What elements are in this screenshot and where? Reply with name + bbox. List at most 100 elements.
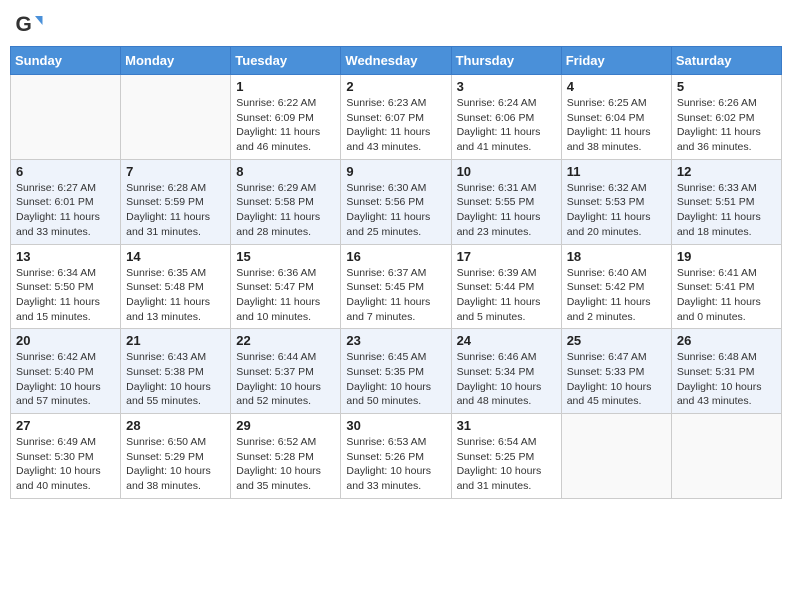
day-number: 5 [677,79,776,94]
calendar-day-header: Thursday [451,47,561,75]
day-info: Sunrise: 6:32 AM Sunset: 5:53 PM Dayligh… [567,181,666,240]
calendar-day-cell: 22Sunrise: 6:44 AM Sunset: 5:37 PM Dayli… [231,329,341,414]
calendar-day-cell: 16 Sunrise: 6:37 AM Sunset: 5:45 PM Dayli… [341,244,451,329]
day-number: 9 [346,164,445,179]
calendar-day-cell [671,414,781,499]
calendar-day-cell: 14Sunrise: 6:35 AM Sunset: 5:48 PM Dayli… [121,244,231,329]
day-number: 26 [677,333,776,348]
day-number: 28 [126,418,225,433]
calendar-day-cell: 13Sunrise: 6:34 AM Sunset: 5:50 PM Dayli… [11,244,121,329]
day-info: Sunrise: 6:36 AM Sunset: 5:47 PM Dayligh… [236,266,335,325]
calendar-header-row: SundayMondayTuesdayWednesdayThursdayFrid… [11,47,782,75]
day-info: Sunrise: 6:31 AM Sunset: 5:55 PM Dayligh… [457,181,556,240]
day-number: 1 [236,79,335,94]
day-number: 2 [346,79,445,94]
calendar-day-header: Monday [121,47,231,75]
calendar-day-cell: 21 Sunrise: 6:43 AM Sunset: 5:38 PM Dayli… [121,329,231,414]
day-number: 22 [236,333,335,348]
calendar-day-cell: 4 Sunrise: 6:25 AM Sunset: 6:04 PM Daylig… [561,75,671,160]
day-info: Sunrise: 6:52 AM Sunset: 5:28 PM Dayligh… [236,435,335,494]
day-number: 12 [677,164,776,179]
calendar-day-cell: 20Sunrise: 6:42 AM Sunset: 5:40 PM Dayli… [11,329,121,414]
day-info: Sunrise: 6:37 AM Sunset: 5:45 PM Dayligh… [346,266,445,325]
day-info: Sunrise: 6:47 AM Sunset: 5:33 PM Dayligh… [567,350,666,409]
calendar-day-cell: 3 Sunrise: 6:24 AM Sunset: 6:06 PM Daylig… [451,75,561,160]
calendar-day-cell: 10 Sunrise: 6:31 AM Sunset: 5:55 PM Dayli… [451,159,561,244]
svg-text:G: G [16,13,32,36]
day-number: 8 [236,164,335,179]
calendar-day-header: Tuesday [231,47,341,75]
day-info: Sunrise: 6:39 AM Sunset: 5:44 PM Dayligh… [457,266,556,325]
calendar-day-cell: 5Sunrise: 6:26 AM Sunset: 6:02 PM Daylig… [671,75,781,160]
page-header: G [10,10,782,40]
calendar-day-cell: 2 Sunrise: 6:23 AM Sunset: 6:07 PM Daylig… [341,75,451,160]
day-info: Sunrise: 6:23 AM Sunset: 6:07 PM Dayligh… [346,96,445,155]
day-info: Sunrise: 6:25 AM Sunset: 6:04 PM Dayligh… [567,96,666,155]
calendar-week-row: 1 Sunrise: 6:22 AM Sunset: 6:09 PM Daylig… [11,75,782,160]
day-info: Sunrise: 6:27 AM Sunset: 6:01 PM Dayligh… [16,181,115,240]
calendar-body: 1 Sunrise: 6:22 AM Sunset: 6:09 PM Daylig… [11,75,782,499]
day-number: 30 [346,418,445,433]
day-info: Sunrise: 6:24 AM Sunset: 6:06 PM Dayligh… [457,96,556,155]
calendar-day-cell [11,75,121,160]
calendar-day-cell: 30 Sunrise: 6:53 AM Sunset: 5:26 PM Dayli… [341,414,451,499]
day-number: 20 [16,333,115,348]
day-info: Sunrise: 6:49 AM Sunset: 5:30 PM Dayligh… [16,435,115,494]
calendar-table: SundayMondayTuesdayWednesdayThursdayFrid… [10,46,782,499]
day-number: 31 [457,418,556,433]
day-number: 14 [126,249,225,264]
day-number: 24 [457,333,556,348]
day-number: 17 [457,249,556,264]
calendar-day-cell: 7 Sunrise: 6:28 AM Sunset: 5:59 PM Daylig… [121,159,231,244]
calendar-day-cell: 24 Sunrise: 6:46 AM Sunset: 5:34 PM Dayli… [451,329,561,414]
day-info: Sunrise: 6:46 AM Sunset: 5:34 PM Dayligh… [457,350,556,409]
day-info: Sunrise: 6:48 AM Sunset: 5:31 PM Dayligh… [677,350,776,409]
day-number: 15 [236,249,335,264]
day-number: 7 [126,164,225,179]
day-info: Sunrise: 6:45 AM Sunset: 5:35 PM Dayligh… [346,350,445,409]
calendar-day-cell: 1 Sunrise: 6:22 AM Sunset: 6:09 PM Daylig… [231,75,341,160]
calendar-day-header: Sunday [11,47,121,75]
logo: G [14,10,48,40]
calendar-day-cell [121,75,231,160]
day-info: Sunrise: 6:54 AM Sunset: 5:25 PM Dayligh… [457,435,556,494]
day-info: Sunrise: 6:43 AM Sunset: 5:38 PM Dayligh… [126,350,225,409]
day-number: 10 [457,164,556,179]
logo-icon: G [14,10,44,40]
day-info: Sunrise: 6:33 AM Sunset: 5:51 PM Dayligh… [677,181,776,240]
calendar-day-cell: 6Sunrise: 6:27 AM Sunset: 6:01 PM Daylig… [11,159,121,244]
calendar-day-cell [561,414,671,499]
day-info: Sunrise: 6:28 AM Sunset: 5:59 PM Dayligh… [126,181,225,240]
calendar-day-cell: 25Sunrise: 6:47 AM Sunset: 5:33 PM Dayli… [561,329,671,414]
day-number: 18 [567,249,666,264]
calendar-day-cell: 17 Sunrise: 6:39 AM Sunset: 5:44 PM Dayli… [451,244,561,329]
day-number: 13 [16,249,115,264]
day-number: 29 [236,418,335,433]
calendar-day-cell: 12 Sunrise: 6:33 AM Sunset: 5:51 PM Dayli… [671,159,781,244]
calendar-week-row: 6Sunrise: 6:27 AM Sunset: 6:01 PM Daylig… [11,159,782,244]
day-info: Sunrise: 6:53 AM Sunset: 5:26 PM Dayligh… [346,435,445,494]
calendar-day-cell: 19Sunrise: 6:41 AM Sunset: 5:41 PM Dayli… [671,244,781,329]
day-info: Sunrise: 6:30 AM Sunset: 5:56 PM Dayligh… [346,181,445,240]
day-info: Sunrise: 6:41 AM Sunset: 5:41 PM Dayligh… [677,266,776,325]
calendar-day-cell: 8Sunrise: 6:29 AM Sunset: 5:58 PM Daylig… [231,159,341,244]
day-number: 4 [567,79,666,94]
calendar-day-cell: 18 Sunrise: 6:40 AM Sunset: 5:42 PM Dayli… [561,244,671,329]
day-info: Sunrise: 6:50 AM Sunset: 5:29 PM Dayligh… [126,435,225,494]
calendar-day-cell: 15 Sunrise: 6:36 AM Sunset: 5:47 PM Dayli… [231,244,341,329]
day-info: Sunrise: 6:40 AM Sunset: 5:42 PM Dayligh… [567,266,666,325]
calendar-week-row: 27 Sunrise: 6:49 AM Sunset: 5:30 PM Dayli… [11,414,782,499]
day-number: 16 [346,249,445,264]
calendar-day-header: Saturday [671,47,781,75]
calendar-day-cell: 9 Sunrise: 6:30 AM Sunset: 5:56 PM Daylig… [341,159,451,244]
calendar-day-header: Friday [561,47,671,75]
day-info: Sunrise: 6:22 AM Sunset: 6:09 PM Dayligh… [236,96,335,155]
day-number: 3 [457,79,556,94]
calendar-day-header: Wednesday [341,47,451,75]
day-number: 23 [346,333,445,348]
day-number: 21 [126,333,225,348]
calendar-day-cell: 26 Sunrise: 6:48 AM Sunset: 5:31 PM Dayli… [671,329,781,414]
day-number: 27 [16,418,115,433]
calendar-day-cell: 29 Sunrise: 6:52 AM Sunset: 5:28 PM Dayli… [231,414,341,499]
day-number: 11 [567,164,666,179]
